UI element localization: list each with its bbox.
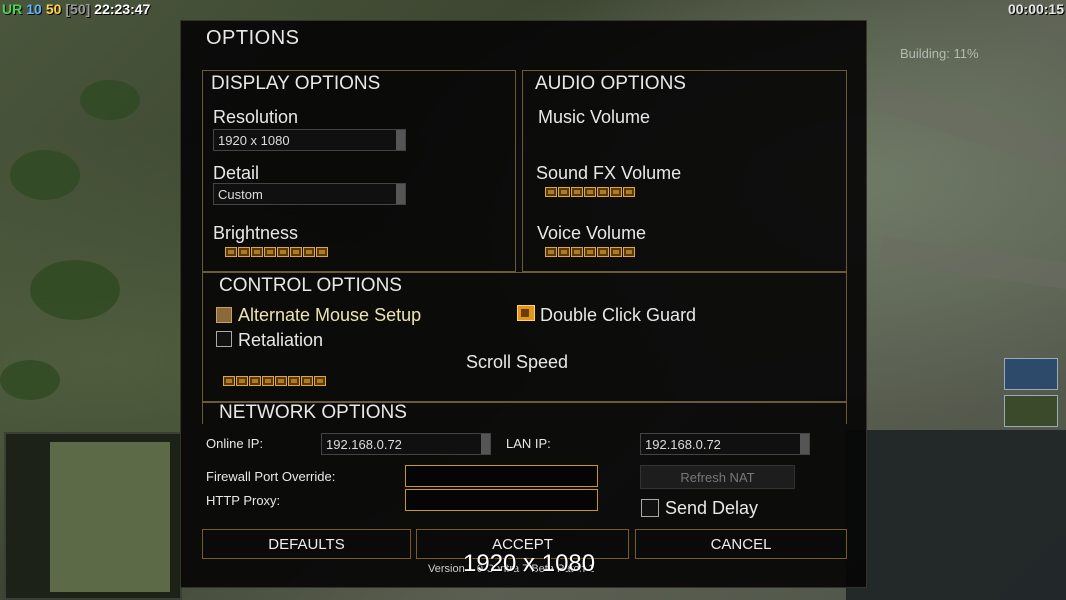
detail-value: Custom xyxy=(218,187,263,202)
slider-tick xyxy=(597,187,609,197)
detail-select[interactable]: Custom xyxy=(213,183,406,205)
slider-tick xyxy=(262,376,274,386)
network-options-header: NETWORK OPTIONS xyxy=(202,402,847,424)
chevron-down-icon[interactable] xyxy=(800,434,809,454)
lan-ip-value: 192.168.0.72 xyxy=(645,437,721,452)
voice-volume-label: Voice Volume xyxy=(537,223,647,243)
defaults-button[interactable]: DEFAULTS xyxy=(202,529,411,559)
control-options-panel: CONTROL OPTIONS Alternate Mouse Setup Do… xyxy=(202,272,847,402)
slider-tick xyxy=(571,187,583,197)
hud-ur: UR xyxy=(2,1,23,17)
dialog-title: OPTIONS xyxy=(206,27,300,49)
game-timer: 00:00:15 xyxy=(1007,1,1064,17)
slider-tick xyxy=(558,247,570,257)
chevron-down-icon[interactable] xyxy=(481,434,490,454)
slider-tick xyxy=(623,247,635,257)
minimap-terrain xyxy=(50,442,170,592)
audio-options-panel: AUDIO OPTIONS Music Volume Sound FX Volu… xyxy=(522,70,847,272)
firewall-port-input[interactable] xyxy=(405,465,598,487)
hud-stats: UR 10 50 [50] 22:23:47 xyxy=(2,1,154,17)
chevron-down-icon[interactable] xyxy=(396,184,405,204)
resolution-label: Resolution xyxy=(213,107,299,127)
control-options-title: CONTROL OPTIONS xyxy=(219,275,402,296)
slider-tick xyxy=(610,247,622,257)
options-dialog: OPTIONS DISPLAY OPTIONS Resolution 1920 … xyxy=(180,20,867,588)
sound-fx-label: Sound FX Volume xyxy=(536,163,682,183)
sound-fx-slider[interactable] xyxy=(545,187,635,197)
audio-options-title: AUDIO OPTIONS xyxy=(535,73,686,94)
resolution-value: 1920 x 1080 xyxy=(218,133,290,148)
rank-insignia-button[interactable] xyxy=(1004,395,1058,427)
slider-tick xyxy=(571,247,583,257)
resolution-overlay: 1920 x 1080 xyxy=(463,550,596,577)
retaliation-label[interactable]: Retaliation xyxy=(238,330,323,351)
alternate-mouse-label[interactable]: Alternate Mouse Setup xyxy=(238,305,421,326)
slider-tick xyxy=(225,247,237,257)
slider-tick xyxy=(610,187,622,197)
slider-tick xyxy=(249,376,261,386)
slider-tick xyxy=(597,247,609,257)
slider-tick xyxy=(264,247,276,257)
slider-tick xyxy=(301,376,313,386)
slider-tick xyxy=(251,247,263,257)
chevron-down-icon[interactable] xyxy=(396,130,405,150)
slider-tick xyxy=(290,247,302,257)
minimap[interactable] xyxy=(4,432,182,600)
http-proxy-label: HTTP Proxy: xyxy=(206,493,281,508)
voice-volume-slider[interactable] xyxy=(545,247,635,257)
refresh-nat-button[interactable]: Refresh NAT xyxy=(640,465,795,489)
slider-tick xyxy=(584,187,596,197)
music-volume-label: Music Volume xyxy=(538,107,651,127)
online-ip-label: Online IP: xyxy=(206,436,264,451)
slider-tick xyxy=(623,187,635,197)
double-click-guard-checkbox[interactable] xyxy=(517,305,535,321)
slider-tick xyxy=(316,247,328,257)
lan-ip-label: LAN IP: xyxy=(506,436,551,451)
brightness-slider[interactable] xyxy=(225,247,328,257)
scroll-speed-slider[interactable] xyxy=(223,376,326,386)
double-click-guard-label[interactable]: Double Click Guard xyxy=(540,305,696,326)
hud-value-1: 10 xyxy=(26,1,42,17)
scroll-speed-label: Scroll Speed xyxy=(466,352,569,372)
firewall-port-label: Firewall Port Override: xyxy=(206,469,336,484)
slider-tick xyxy=(545,247,557,257)
network-options-title: NETWORK OPTIONS xyxy=(219,402,407,423)
slider-tick xyxy=(584,247,596,257)
brightness-label: Brightness xyxy=(213,223,299,243)
slider-tick xyxy=(236,376,248,386)
slider-tick xyxy=(288,376,300,386)
slider-tick xyxy=(223,376,235,386)
slider-tick xyxy=(545,187,557,197)
hud-value-3: [50] xyxy=(65,1,91,17)
hud-value-2: 50 xyxy=(45,1,62,17)
slider-tick xyxy=(314,376,326,386)
slider-tick xyxy=(303,247,315,257)
alternate-mouse-checkbox[interactable] xyxy=(216,307,232,323)
send-delay-checkbox[interactable] xyxy=(641,499,659,517)
lan-ip-select[interactable]: 192.168.0.72 xyxy=(640,433,810,455)
online-ip-value: 192.168.0.72 xyxy=(326,437,402,452)
display-options-title: DISPLAY OPTIONS xyxy=(211,73,381,94)
building-progress: Building: 11% xyxy=(900,46,979,61)
slider-tick xyxy=(238,247,250,257)
unit-portrait-button[interactable] xyxy=(1004,358,1058,390)
http-proxy-input[interactable] xyxy=(405,489,598,511)
resolution-select[interactable]: 1920 x 1080 xyxy=(213,129,406,151)
slider-tick xyxy=(558,187,570,197)
detail-label: Detail xyxy=(213,163,260,183)
cancel-button[interactable]: CANCEL xyxy=(635,529,847,559)
slider-tick xyxy=(277,247,289,257)
hud-clock: 22:23:47 xyxy=(94,1,151,17)
display-options-panel: DISPLAY OPTIONS Resolution 1920 x 1080 D… xyxy=(202,70,516,272)
command-bar xyxy=(846,430,1066,600)
send-delay-label[interactable]: Send Delay xyxy=(665,498,758,519)
retaliation-checkbox[interactable] xyxy=(216,331,232,347)
slider-tick xyxy=(275,376,287,386)
online-ip-select[interactable]: 192.168.0.72 xyxy=(321,433,491,455)
